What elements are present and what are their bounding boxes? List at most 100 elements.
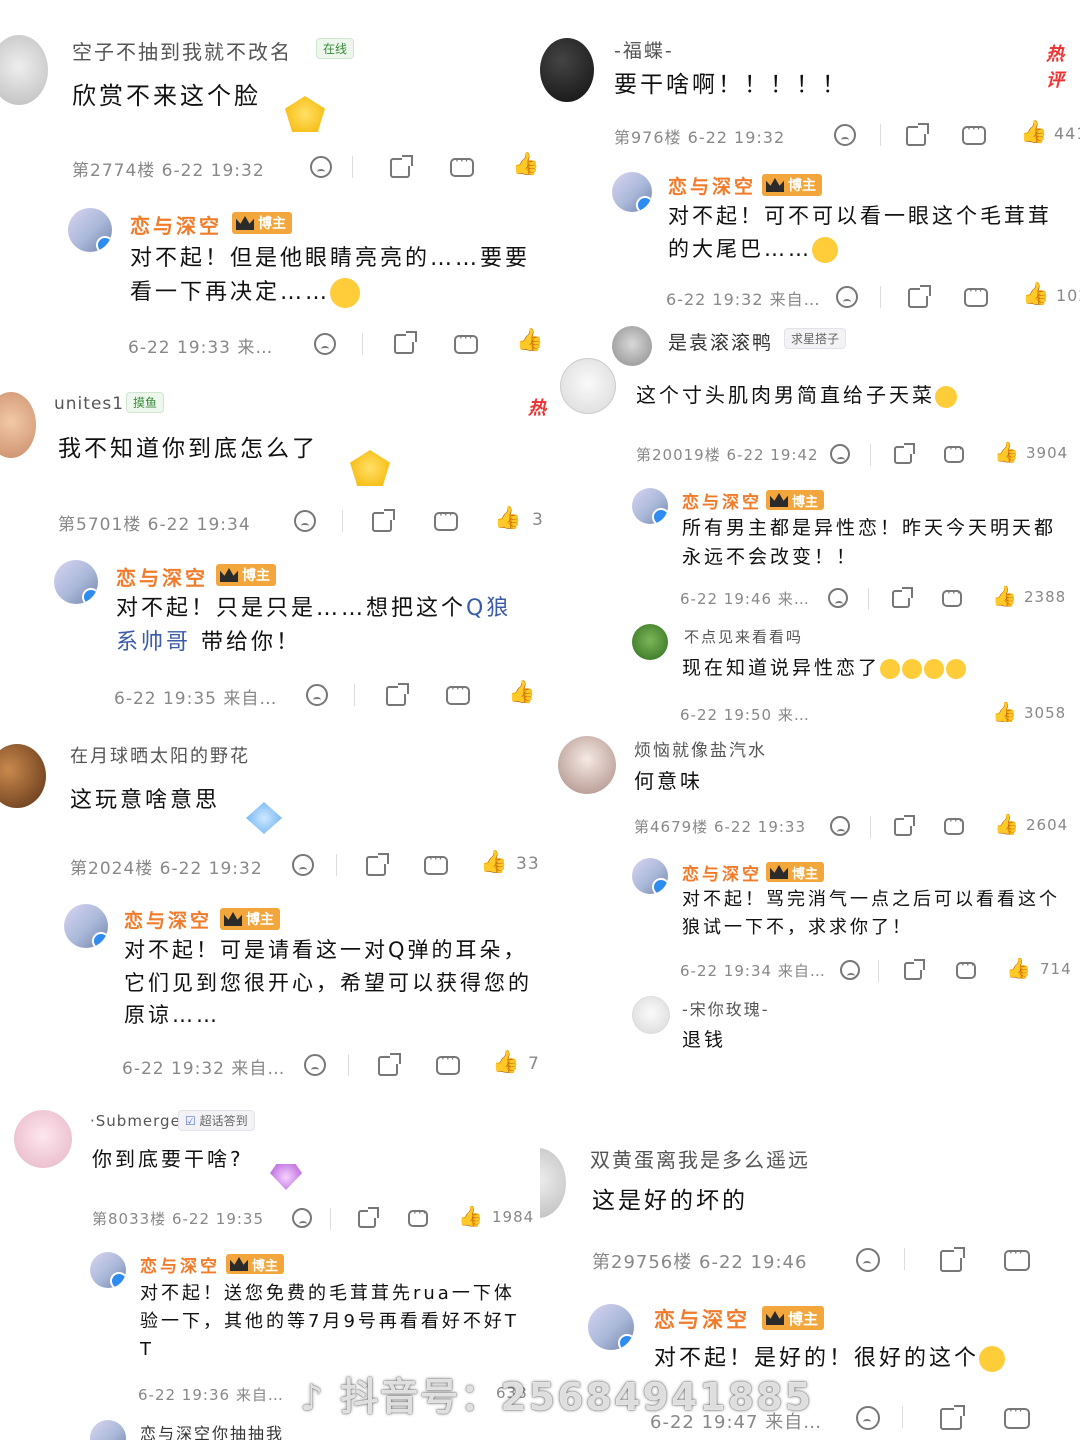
- blogger-avatar[interactable]: [54, 560, 98, 604]
- username[interactable]: 在月球晒太阳的野花: [70, 742, 250, 768]
- like-icon[interactable]: 👍: [1006, 958, 1031, 978]
- dislike-icon[interactable]: [294, 510, 316, 532]
- dislike-icon[interactable]: [292, 854, 314, 876]
- username[interactable]: 是袁滚滚鸭: [668, 328, 773, 355]
- dislike-icon[interactable]: [310, 156, 332, 178]
- blogger-name[interactable]: 恋与深空: [682, 860, 762, 885]
- blogger-avatar[interactable]: [588, 1304, 634, 1350]
- username[interactable]: 烦恼就像盐汽水: [634, 736, 767, 761]
- comment-icon[interactable]: [450, 154, 474, 177]
- username[interactable]: -宋你玫瑰-: [682, 996, 770, 1020]
- share-icon[interactable]: [904, 959, 925, 980]
- blogger-avatar[interactable]: [632, 858, 668, 894]
- blogger-name[interactable]: 恋与深空: [682, 488, 762, 513]
- user-avatar[interactable]: [0, 392, 36, 458]
- blogger-name[interactable]: 恋与深空: [130, 210, 222, 239]
- share-icon[interactable]: [906, 123, 929, 146]
- comment-icon[interactable]: [944, 814, 964, 835]
- comment-icon[interactable]: [436, 1052, 460, 1075]
- comment-icon[interactable]: [942, 586, 962, 607]
- share-icon[interactable]: [894, 443, 915, 464]
- share-icon[interactable]: [394, 331, 417, 354]
- dislike-icon[interactable]: [304, 1054, 326, 1076]
- username[interactable]: 空子不抽到我就不改名: [72, 36, 292, 65]
- comment-icon[interactable]: [446, 682, 470, 705]
- comment-icon[interactable]: [434, 508, 458, 531]
- like-icon[interactable]: 👍: [492, 1052, 519, 1074]
- comment-icon[interactable]: [962, 122, 986, 145]
- blogger-avatar[interactable]: [612, 172, 652, 212]
- username[interactable]: ·Submerge·: [90, 1112, 187, 1130]
- like-icon[interactable]: 👍: [994, 442, 1019, 462]
- dislike-icon[interactable]: [836, 286, 858, 308]
- like-icon[interactable]: 👍: [1022, 284, 1049, 306]
- share-icon[interactable]: [378, 1053, 401, 1076]
- hashtag-link[interactable]: Q狼: [466, 596, 511, 621]
- comment-icon[interactable]: [454, 331, 478, 354]
- like-icon[interactable]: 👍: [508, 682, 535, 704]
- blogger-name[interactable]: 恋与深空: [116, 562, 208, 591]
- blogger-name[interactable]: 恋与深空: [124, 906, 212, 933]
- user-avatar[interactable]: [90, 1420, 126, 1440]
- comment-icon[interactable]: [956, 958, 976, 979]
- share-icon[interactable]: [358, 1207, 379, 1228]
- like-icon[interactable]: 👍: [516, 330, 543, 352]
- like-icon[interactable]: 👍: [480, 852, 507, 874]
- user-avatar[interactable]: [14, 1110, 72, 1168]
- blogger-avatar[interactable]: [632, 488, 668, 524]
- dislike-icon[interactable]: [828, 588, 848, 608]
- dislike-icon[interactable]: [840, 960, 860, 980]
- like-icon[interactable]: 👍: [458, 1206, 483, 1226]
- blogger-avatar[interactable]: [68, 208, 112, 252]
- hashtag-link[interactable]: 系帅哥: [116, 630, 191, 655]
- blogger-name[interactable]: 恋与深空: [140, 1252, 220, 1277]
- share-icon[interactable]: [908, 285, 931, 308]
- share-icon[interactable]: [366, 853, 389, 876]
- like-icon[interactable]: 👍: [992, 586, 1017, 606]
- dislike-icon[interactable]: [834, 124, 856, 146]
- user-avatar[interactable]: [632, 624, 668, 660]
- dislike-icon[interactable]: [856, 1406, 880, 1430]
- user-avatar[interactable]: [612, 326, 652, 366]
- comment-icon[interactable]: [408, 1206, 428, 1227]
- blogger-name[interactable]: 恋与深空: [654, 1304, 750, 1334]
- dislike-icon[interactable]: [306, 684, 328, 706]
- username[interactable]: unites1: [54, 394, 124, 414]
- user-avatar[interactable]: [558, 736, 616, 794]
- dislike-icon[interactable]: [292, 1208, 312, 1228]
- share-icon[interactable]: [894, 815, 915, 836]
- dislike-icon[interactable]: [856, 1248, 880, 1272]
- username[interactable]: 双黄蛋离我是多么遥远: [590, 1144, 810, 1173]
- comment-icon[interactable]: [1004, 1246, 1030, 1271]
- share-icon[interactable]: [892, 587, 913, 608]
- user-avatar[interactable]: [540, 38, 594, 102]
- dislike-icon[interactable]: [830, 444, 850, 464]
- user-avatar[interactable]: [540, 1148, 566, 1218]
- share-icon[interactable]: [390, 155, 413, 178]
- like-icon[interactable]: 👍: [994, 814, 1019, 834]
- like-icon[interactable]: 👍: [494, 508, 521, 530]
- like-icon[interactable]: 👍: [992, 702, 1017, 722]
- username[interactable]: -福蝶-: [614, 36, 674, 63]
- blogger-avatar[interactable]: [64, 904, 108, 948]
- blogger-name[interactable]: 恋与深空: [668, 172, 756, 199]
- user-avatar[interactable]: [560, 358, 616, 414]
- share-icon[interactable]: [386, 683, 409, 706]
- comment-icon[interactable]: [424, 852, 448, 875]
- user-avatar[interactable]: [0, 35, 48, 105]
- share-icon[interactable]: [940, 1247, 965, 1272]
- comment-icon[interactable]: [1004, 1404, 1030, 1429]
- user-avatar[interactable]: [632, 996, 670, 1034]
- username[interactable]: 不点见来看看吗: [684, 626, 803, 647]
- share-icon[interactable]: [372, 509, 395, 532]
- like-icon[interactable]: 👍: [1020, 122, 1047, 144]
- like-icon[interactable]: 👍: [512, 154, 539, 176]
- dislike-icon[interactable]: [830, 816, 850, 836]
- username[interactable]: 恋与深空你抽抽我: [140, 1420, 284, 1440]
- blogger-avatar[interactable]: [90, 1252, 126, 1288]
- dislike-icon[interactable]: [314, 333, 336, 355]
- comment-icon[interactable]: [944, 442, 964, 463]
- comment-icon[interactable]: [964, 284, 988, 307]
- user-avatar[interactable]: [0, 744, 46, 808]
- share-icon[interactable]: [940, 1405, 965, 1430]
